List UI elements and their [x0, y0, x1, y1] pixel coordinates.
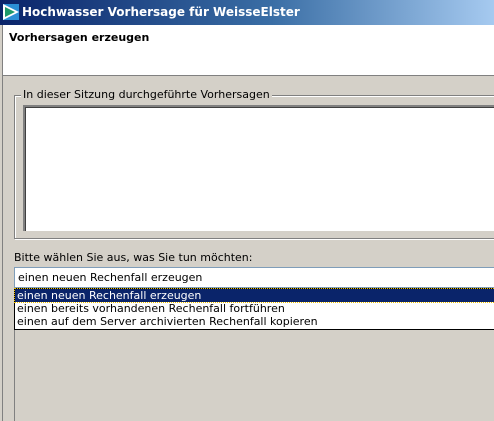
option-new-case[interactable]: einen neuen Rechenfall erzeugen	[14, 288, 494, 303]
option-continue-case[interactable]: einen bereits vorhandenen Rechenfall for…	[15, 302, 494, 315]
action-combobox-value: einen neuen Rechenfall erzeugen	[18, 271, 203, 284]
action-dropdown-list[interactable]: einen neuen Rechenfall erzeugen einen be…	[14, 288, 494, 330]
session-forecasts-group: In dieser Sitzung durchgeführte Vorhersa…	[14, 88, 494, 239]
option-copy-archived-case[interactable]: einen auf dem Server archivierten Rechen…	[15, 315, 494, 328]
session-forecasts-legend: In dieser Sitzung durchgeführte Vorhersa…	[21, 88, 272, 101]
header-panel: Vorhersagen erzeugen	[2, 25, 494, 76]
choice-label: Bitte wählen Sie aus, was Sie tun möchte…	[14, 251, 253, 264]
window-title: Hochwasser Vorhersage für WeisseElster	[22, 5, 300, 19]
page-title: Vorhersagen erzeugen	[9, 31, 150, 44]
session-forecasts-list[interactable]	[23, 105, 494, 231]
app-icon	[3, 4, 19, 20]
lower-panel	[14, 330, 494, 421]
title-bar[interactable]: Hochwasser Vorhersage für WeisseElster	[0, 0, 494, 25]
frame-left-edge	[2, 75, 3, 421]
action-combobox[interactable]: einen neuen Rechenfall erzeugen	[14, 267, 494, 288]
